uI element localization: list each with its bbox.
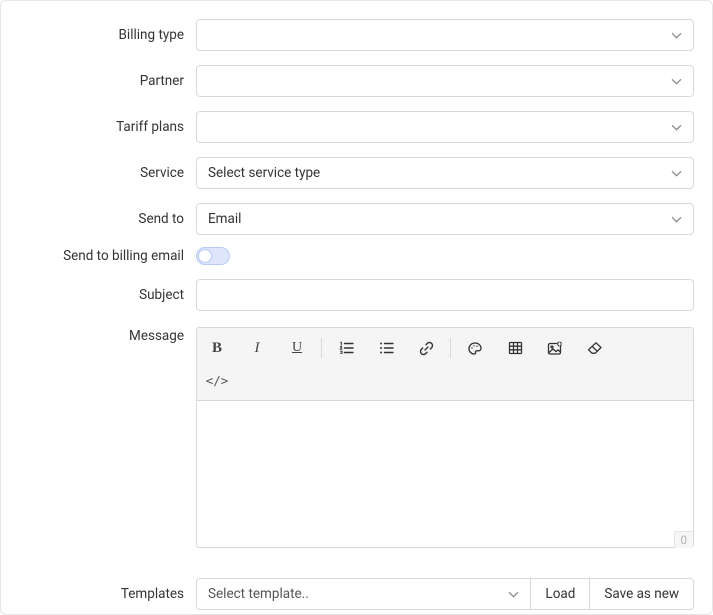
label-tariff-plans: Tariff plans xyxy=(19,118,196,136)
label-send-to-billing-email: Send to billing email xyxy=(19,247,196,265)
label-partner: Partner xyxy=(19,72,196,90)
save-as-new-button[interactable]: Save as new xyxy=(590,578,694,610)
billing-type-select[interactable] xyxy=(196,19,694,51)
send-to-billing-email-toggle[interactable] xyxy=(196,247,230,265)
send-to-select[interactable]: Email xyxy=(196,203,694,235)
chevron-down-icon xyxy=(671,78,682,85)
service-select[interactable]: Select service type xyxy=(196,157,694,189)
send-to-value: Email xyxy=(208,211,241,227)
label-subject: Subject xyxy=(19,286,196,304)
form-card: Billing type Partner Tariff plans Servic… xyxy=(0,0,713,615)
image-button[interactable] xyxy=(535,332,575,364)
partner-select[interactable] xyxy=(196,65,694,97)
templates-select[interactable]: Select template.. xyxy=(196,578,531,610)
bold-button[interactable]: B xyxy=(197,332,237,364)
chevron-down-icon xyxy=(671,170,682,177)
row-subject: Subject xyxy=(19,279,694,311)
chevron-down-icon xyxy=(671,216,682,223)
eraser-button[interactable] xyxy=(575,332,615,364)
label-templates: Templates xyxy=(19,585,196,603)
chevron-down-icon xyxy=(508,591,519,598)
unordered-list-button[interactable] xyxy=(366,332,406,364)
row-templates: Templates Select template.. Load Save as… xyxy=(19,578,694,610)
row-message: Message B I U xyxy=(19,327,694,548)
templates-value: Select template.. xyxy=(208,586,309,602)
toggle-knob xyxy=(198,249,212,263)
service-value: Select service type xyxy=(208,165,320,181)
row-billing-type: Billing type xyxy=(19,19,694,51)
char-counter: 0 xyxy=(674,531,693,548)
label-send-to: Send to xyxy=(19,210,196,228)
table-button[interactable] xyxy=(495,332,535,364)
row-send-to-billing-email: Send to billing email xyxy=(19,247,694,265)
color-button[interactable] xyxy=(455,332,495,364)
code-view-button[interactable]: </> xyxy=(197,364,237,396)
label-service: Service xyxy=(19,164,196,182)
row-service: Service Select service type xyxy=(19,157,694,189)
row-partner: Partner xyxy=(19,65,694,97)
toolbar-divider xyxy=(450,338,451,358)
link-button[interactable] xyxy=(406,332,446,364)
chevron-down-icon xyxy=(671,124,682,131)
label-billing-type: Billing type xyxy=(19,26,196,44)
italic-button[interactable]: I xyxy=(237,332,277,364)
label-message: Message xyxy=(19,327,196,345)
chevron-down-icon xyxy=(671,32,682,39)
editor-toolbar: B I U xyxy=(196,327,694,400)
row-send-to: Send to Email xyxy=(19,203,694,235)
tariff-plans-select[interactable] xyxy=(196,111,694,143)
subject-input[interactable] xyxy=(196,279,694,311)
ordered-list-button[interactable] xyxy=(326,332,366,364)
underline-button[interactable]: U xyxy=(277,332,317,364)
load-button[interactable]: Load xyxy=(531,578,590,610)
message-editor[interactable]: 0 xyxy=(196,400,694,548)
row-tariff-plans: Tariff plans xyxy=(19,111,694,143)
toolbar-divider xyxy=(321,338,322,358)
